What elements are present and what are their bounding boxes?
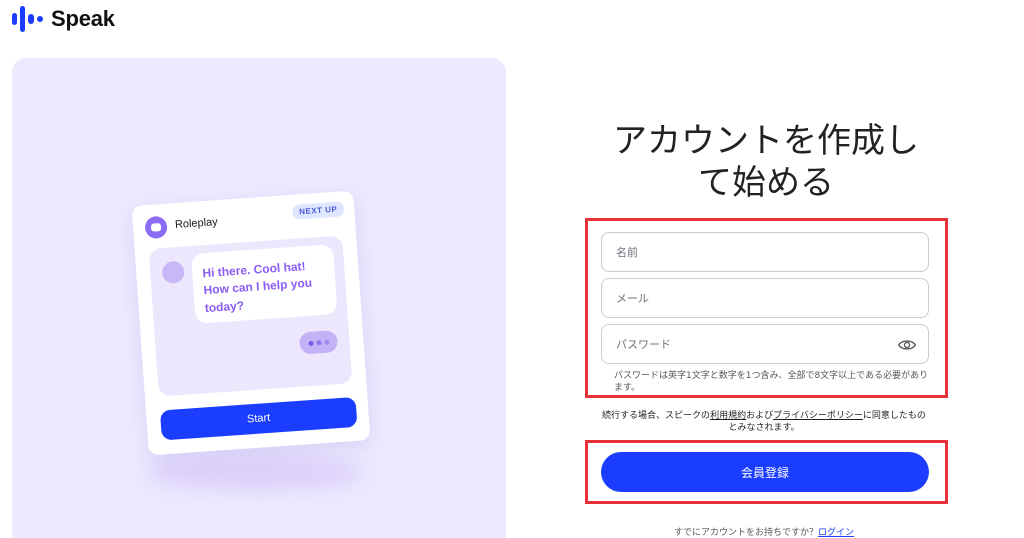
- brand-logo[interactable]: Speak: [12, 6, 115, 32]
- page-title-line-2: て始める: [698, 163, 834, 203]
- page-title-line-1: アカウントを作成し: [613, 121, 919, 161]
- email-input[interactable]: [602, 279, 928, 317]
- card-start-button: Start: [159, 396, 358, 441]
- password-input[interactable]: [602, 325, 928, 363]
- terms-text-before: 続行する場合、スピークの: [602, 411, 711, 421]
- signup-button[interactable]: 会員登録: [601, 452, 929, 492]
- hero-panel: Roleplay NEXT UP Hi there. Cool hat! How…: [12, 58, 506, 538]
- login-prompt-text: すでにアカウントをお持ちですか？: [673, 528, 819, 538]
- terms-text-middle: および: [746, 411, 774, 421]
- login-prompt: すでにアカウントをお持ちですか？ログイン: [598, 525, 930, 538]
- name-input[interactable]: [602, 233, 928, 271]
- chat-area: Hi there. Cool hat! How can I help you t…: [148, 235, 353, 397]
- chat-bubble: Hi there. Cool hat! How can I help you t…: [191, 244, 338, 324]
- chat-avatar: [161, 260, 186, 285]
- password-field[interactable]: [601, 324, 929, 364]
- name-field[interactable]: [601, 232, 929, 272]
- logo-bars-icon: [12, 6, 43, 32]
- email-field[interactable]: [601, 278, 929, 318]
- eye-icon[interactable]: [898, 337, 916, 353]
- robot-icon: [144, 215, 168, 240]
- card-title: Roleplay: [174, 216, 219, 232]
- typing-indicator-icon: [298, 330, 339, 355]
- card-shadow: [145, 456, 365, 490]
- terms-link[interactable]: 利用規約: [710, 411, 746, 421]
- password-hint: パスワードは英字1文字と数字を1つ含み、全部で8文字以上である必要があります。: [614, 371, 929, 393]
- privacy-link[interactable]: プライバシーポリシー: [773, 411, 863, 421]
- login-link[interactable]: ログイン: [818, 528, 854, 538]
- page-title: アカウントを作成し て始める: [586, 120, 946, 204]
- preview-card: Roleplay NEXT UP Hi there. Cool hat! How…: [131, 190, 371, 456]
- brand-name: Speak: [51, 6, 115, 31]
- terms-notice: 続行する場合、スピークの利用規約およびプライバシーポリシーに同意したものとみなさ…: [598, 410, 930, 434]
- next-up-badge: NEXT UP: [291, 201, 345, 220]
